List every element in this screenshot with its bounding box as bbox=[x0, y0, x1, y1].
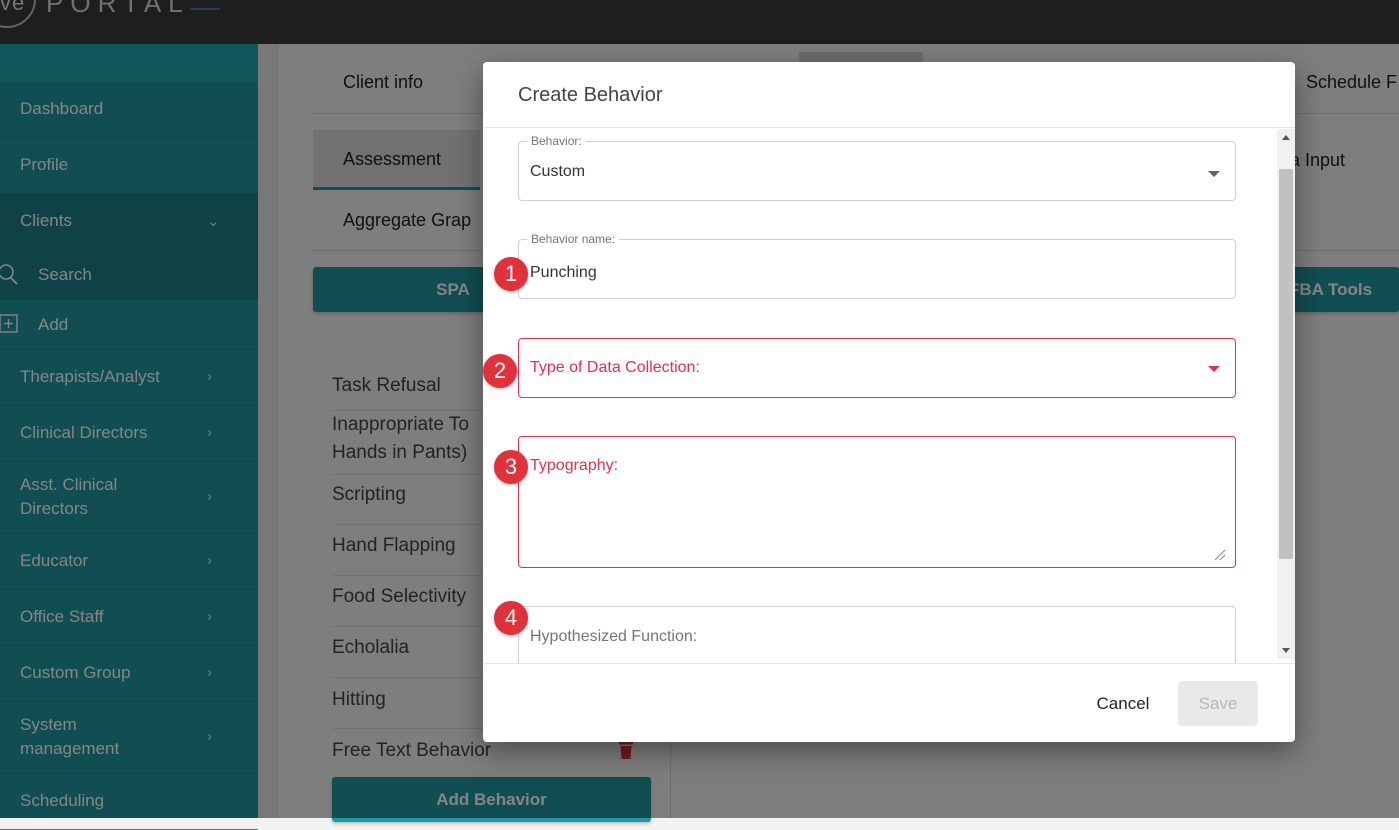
typography-textarea[interactable]: Typography: bbox=[518, 436, 1236, 568]
step-badge-1: 1 bbox=[494, 257, 528, 291]
dialog-scrollbar[interactable] bbox=[1277, 129, 1295, 659]
dialog-title: Create Behavior bbox=[518, 84, 663, 106]
caret-down-icon bbox=[1208, 366, 1220, 372]
field-value: Punching bbox=[530, 264, 597, 281]
step-badge-4: 4 bbox=[494, 601, 528, 635]
field-placeholder: Typography: bbox=[530, 457, 619, 474]
caret-down-icon bbox=[1208, 171, 1220, 177]
field-placeholder: Hypothesized Function: bbox=[530, 628, 698, 645]
behavior-name-field[interactable]: Behavior name: Punching bbox=[518, 232, 1236, 299]
data-collection-select[interactable]: Type of Data Collection: bbox=[518, 338, 1236, 398]
scrollbar-thumb[interactable] bbox=[1279, 169, 1293, 559]
field-label: Behavior name: bbox=[527, 232, 620, 246]
step-badge-3: 3 bbox=[494, 450, 528, 484]
scroll-up-icon[interactable] bbox=[1282, 135, 1290, 140]
field-label: Behavior: bbox=[527, 134, 586, 148]
step-badge-2: 2 bbox=[483, 354, 517, 388]
hypothesized-function-field[interactable]: Hypothesized Function: bbox=[518, 606, 1236, 663]
cancel-button[interactable]: Cancel bbox=[1083, 689, 1163, 719]
resize-handle-icon[interactable] bbox=[1214, 547, 1226, 561]
dialog-body: Behavior: Custom Behavior name: Punching… bbox=[483, 127, 1295, 664]
field-value: Custom bbox=[530, 163, 586, 180]
scroll-down-icon[interactable] bbox=[1282, 648, 1290, 653]
save-button[interactable]: Save bbox=[1178, 681, 1258, 726]
create-behavior-dialog: Create Behavior Behavior: Custom Behavio… bbox=[483, 62, 1295, 742]
field-placeholder: Type of Data Collection: bbox=[530, 359, 700, 376]
behavior-select[interactable]: Behavior: Custom bbox=[518, 134, 1236, 201]
